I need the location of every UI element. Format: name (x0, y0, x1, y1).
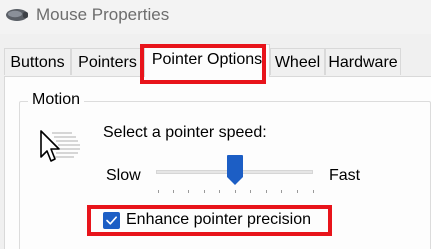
mouse-icon (6, 9, 28, 21)
checkmark-icon (106, 216, 117, 225)
motion-group-label: Motion (28, 91, 85, 109)
slow-label: Slow (106, 167, 141, 184)
title-bar: Mouse Properties (0, 0, 431, 34)
tab-hardware[interactable]: Hardware (325, 48, 401, 75)
enhance-precision-label[interactable]: Enhance pointer precision (126, 211, 311, 229)
window-title: Mouse Properties (36, 5, 170, 24)
mouse-properties-window: Mouse Properties Buttons Pointers Pointe… (0, 0, 431, 249)
tab-buttons[interactable]: Buttons (4, 48, 71, 75)
pointer-speed-icon (40, 130, 80, 162)
enhance-precision-checkbox[interactable] (103, 212, 120, 229)
pointer-speed-label: Select a pointer speed: (103, 124, 267, 141)
tab-pointer-options[interactable]: Pointer Options (144, 44, 270, 77)
tab-wheel[interactable]: Wheel (270, 48, 325, 75)
slider-ticks (158, 190, 314, 193)
slider-thumb[interactable] (227, 155, 243, 186)
tab-pointers[interactable]: Pointers (71, 48, 144, 75)
fast-label: Fast (329, 167, 361, 184)
